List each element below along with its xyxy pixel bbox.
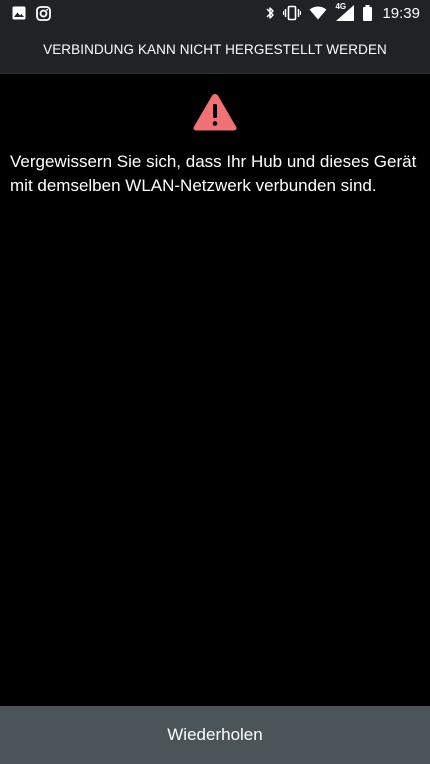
battery-icon (363, 5, 373, 21)
screen: 4G 19:39 VERBINDUNG KANN NICHT HERGESTEL… (0, 0, 430, 764)
status-left (12, 5, 61, 21)
wifi-icon (309, 6, 327, 20)
title-bar: VERBINDUNG KANN NICHT HERGESTELLT WERDEN (0, 26, 430, 74)
status-right: 4G 19:39 (257, 2, 420, 22)
status-bar: 4G 19:39 (0, 0, 430, 26)
bluetooth-icon (266, 7, 275, 19)
retry-button[interactable]: Wiederholen (0, 706, 430, 764)
instagram-icon (36, 5, 51, 21)
network-indicator: 4G (335, 2, 355, 22)
vibrate-icon (283, 5, 302, 21)
image-icon (12, 6, 26, 20)
error-message: Vergewissern Sie sich, dass Ihr Hub und … (10, 152, 417, 195)
status-time: 19:39 (382, 4, 420, 22)
cell-signal-icon (336, 5, 355, 21)
page-title: VERBINDUNG KANN NICHT HERGESTELLT WERDEN (43, 42, 387, 57)
warning-icon (193, 94, 237, 131)
